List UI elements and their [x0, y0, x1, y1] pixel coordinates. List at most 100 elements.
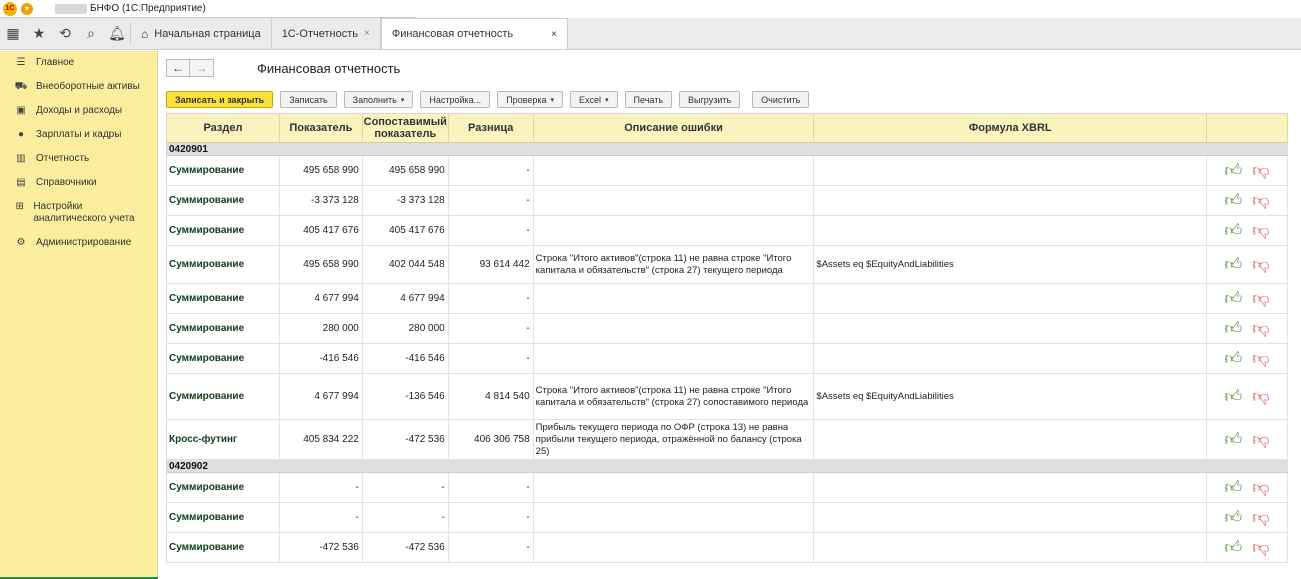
- sidebar-item-catalogs[interactable]: ▤ Справочники: [0, 171, 157, 195]
- cell-xbrl-formula: [814, 473, 1208, 502]
- thumbs-down-icon[interactable]: 👎︎: [1252, 507, 1269, 528]
- favorites-star-icon[interactable]: ★: [26, 18, 52, 49]
- sidebar-item-analytics-settings[interactable]: ⊞ Настройки аналитического учета: [0, 195, 157, 231]
- table-row[interactable]: Суммирование 405 417 676 405 417 676- 👍︎ 👎︎: [167, 216, 1288, 246]
- thumbs-down-icon[interactable]: 👎︎: [1252, 220, 1269, 241]
- thumbs-up-icon[interactable]: 👍︎: [1225, 220, 1243, 241]
- cell-comparable: -472 536: [363, 420, 449, 459]
- thumbs-down-icon[interactable]: 👎︎: [1252, 318, 1269, 339]
- thumbs-down-icon[interactable]: 👎︎: [1252, 160, 1269, 181]
- sidebar-item-salaries[interactable]: ● Зарплаты и кадры: [0, 123, 157, 147]
- table-row[interactable]: Суммирование -3 373 128 -3 373 128- 👍︎ 👎︎: [167, 186, 1288, 216]
- thumbs-up-icon[interactable]: 👍︎: [1225, 190, 1243, 211]
- cell-comparable: -: [363, 503, 449, 532]
- group-row[interactable]: 0420902: [167, 460, 1288, 473]
- cell-comparable: 4 677 994: [363, 284, 449, 313]
- notifications-bell-icon[interactable]: 🔔︎: [104, 18, 130, 49]
- table-row[interactable]: Суммирование 4 677 994 4 677 994- 👍︎ 👎︎: [167, 284, 1288, 314]
- clear-button[interactable]: Очистить: [752, 91, 810, 108]
- table-row[interactable]: Суммирование - - - 👍︎ 👎︎: [167, 473, 1288, 503]
- sidebar-item-fixed-assets[interactable]: ⛟ Внеоборотные активы: [0, 75, 157, 99]
- cell-indicator: -416 546: [280, 344, 363, 373]
- print-button[interactable]: Печать: [624, 91, 673, 108]
- thumbs-up-icon[interactable]: 👍︎: [1225, 254, 1243, 275]
- thumbs-up-icon[interactable]: 👍︎: [1225, 288, 1243, 309]
- cell-indicator: 495 658 990: [280, 246, 363, 283]
- table-row[interactable]: Суммирование 280 000 280 000- 👍︎ 👎︎: [167, 314, 1288, 344]
- thumbs-down-icon[interactable]: 👎︎: [1252, 537, 1269, 558]
- thumbs-down-icon[interactable]: 👎︎: [1252, 190, 1269, 211]
- thumbs-down-icon[interactable]: 👎︎: [1252, 477, 1269, 498]
- thumbs-up-icon[interactable]: 👍︎: [1225, 429, 1243, 450]
- settings-button[interactable]: Настройка...: [420, 91, 491, 108]
- sidebar-item-administration[interactable]: ⚙ Администрирование: [0, 231, 157, 255]
- cell-section: Суммирование: [167, 503, 280, 532]
- sidebar-item-label: Зарплаты и кадры: [36, 129, 122, 140]
- sidebar-item-income-expenses[interactable]: ▣ Доходы и расходы: [0, 99, 157, 123]
- cell-indicator: 4 677 994: [280, 284, 363, 313]
- close-tab-icon[interactable]: ×: [364, 28, 370, 39]
- save-button[interactable]: Записать: [280, 91, 337, 108]
- cell-section: Суммирование: [167, 344, 280, 373]
- check-button[interactable]: Проверка ▾: [497, 91, 564, 108]
- cell-error-description: Строка "Итого активов"(строка 11) не рав…: [534, 246, 815, 283]
- cell-xbrl-formula: [814, 344, 1208, 373]
- column-header-comparable[interactable]: Сопоставимый показатель: [363, 114, 449, 142]
- search-icon[interactable]: ⌕: [78, 18, 104, 49]
- table-row[interactable]: Суммирование -416 546 -416 546- 👍︎ 👎︎: [167, 344, 1288, 374]
- command-bar: Записать и закрыть Записать Заполнить ▾ …: [166, 91, 816, 108]
- thumbs-down-icon[interactable]: 👎︎: [1252, 288, 1269, 309]
- thumbs-down-icon[interactable]: 👎︎: [1252, 429, 1269, 450]
- thumbs-up-icon[interactable]: 👍︎: [1225, 348, 1243, 369]
- cell-indicator: 405 834 222: [280, 420, 363, 459]
- main-menu-icon[interactable]: ▾: [21, 2, 33, 15]
- table-row[interactable]: Суммирование 495 658 990 402 044 548 93 614…: [167, 246, 1288, 284]
- table-row[interactable]: Кросс-футинг 405 834 222 -472 536 406 306 7…: [167, 420, 1288, 460]
- column-header-xbrl-formula[interactable]: Формула XBRL: [814, 114, 1208, 142]
- fill-button-label: Заполнить: [352, 94, 397, 105]
- column-header-indicator[interactable]: Показатель: [280, 114, 363, 142]
- thumbs-up-icon[interactable]: 👍︎: [1225, 160, 1243, 181]
- cell-difference: -: [449, 533, 534, 562]
- tab-1c-reporting[interactable]: 1С-Отчетность ×: [272, 18, 381, 49]
- history-icon[interactable]: ⟲: [52, 18, 78, 49]
- cell-rating: 👍︎ 👎︎: [1207, 156, 1288, 185]
- save-and-close-button[interactable]: Записать и закрыть: [166, 91, 274, 108]
- cell-indicator: 405 417 676: [280, 216, 363, 245]
- apps-grid-icon[interactable]: ▦: [0, 18, 26, 49]
- thumbs-down-icon[interactable]: 👎︎: [1252, 254, 1269, 275]
- cell-difference: -: [449, 314, 534, 343]
- column-header-error-description[interactable]: Описание ошибки: [534, 114, 815, 142]
- close-tab-icon[interactable]: ×: [551, 29, 557, 40]
- tab-home[interactable]: ⌂ Начальная страница: [131, 18, 272, 49]
- thumbs-up-icon[interactable]: 👍︎: [1225, 477, 1243, 498]
- fill-button[interactable]: Заполнить ▾: [343, 91, 414, 108]
- person-icon: ●: [17, 129, 25, 140]
- thumbs-up-icon[interactable]: 👍︎: [1225, 507, 1243, 528]
- thumbs-up-icon[interactable]: 👍︎: [1225, 537, 1243, 558]
- thumbs-up-icon[interactable]: 👍︎: [1225, 386, 1243, 407]
- tab-home-label: Начальная страница: [154, 27, 261, 40]
- export-button[interactable]: Выгрузить: [679, 91, 741, 108]
- check-button-label: Проверка: [506, 94, 547, 105]
- column-header-difference[interactable]: Разница: [449, 114, 534, 142]
- sidebar-item-reporting[interactable]: ▥ Отчетность: [0, 147, 157, 171]
- sidebar-item-main[interactable]: ☰ Главное: [0, 51, 157, 75]
- back-arrow-icon[interactable]: ←: [166, 59, 190, 77]
- thumbs-down-icon[interactable]: 👎︎: [1252, 386, 1269, 407]
- excel-button-label: Excel: [579, 94, 602, 105]
- column-header-section[interactable]: Раздел: [167, 114, 280, 142]
- cell-rating: 👍︎ 👎︎: [1207, 420, 1288, 459]
- forward-arrow-icon[interactable]: →: [190, 59, 214, 77]
- sidebar: ☰ Главное ⛟ Внеоборотные активы ▣ Доходы…: [0, 51, 218, 579]
- thumbs-up-icon[interactable]: 👍︎: [1225, 318, 1243, 339]
- app-logo: 1С: [3, 1, 17, 16]
- excel-button[interactable]: Excel ▾: [570, 91, 618, 108]
- tab-financial-reporting[interactable]: Финансовая отчетность ×: [380, 18, 568, 49]
- table-row[interactable]: Суммирование 495 658 990 495 658 990- 👍︎ 👎︎: [167, 156, 1288, 186]
- group-row[interactable]: 0420901: [167, 143, 1288, 156]
- table-row[interactable]: Суммирование 4 677 994 -136 546 4 814 540 Ст…: [167, 374, 1288, 420]
- table-row[interactable]: Суммирование -472 536 -472 536- 👍︎ 👎︎: [167, 533, 1288, 563]
- table-row[interactable]: Суммирование - - - 👍︎ 👎︎: [167, 503, 1288, 533]
- thumbs-down-icon[interactable]: 👎︎: [1252, 348, 1269, 369]
